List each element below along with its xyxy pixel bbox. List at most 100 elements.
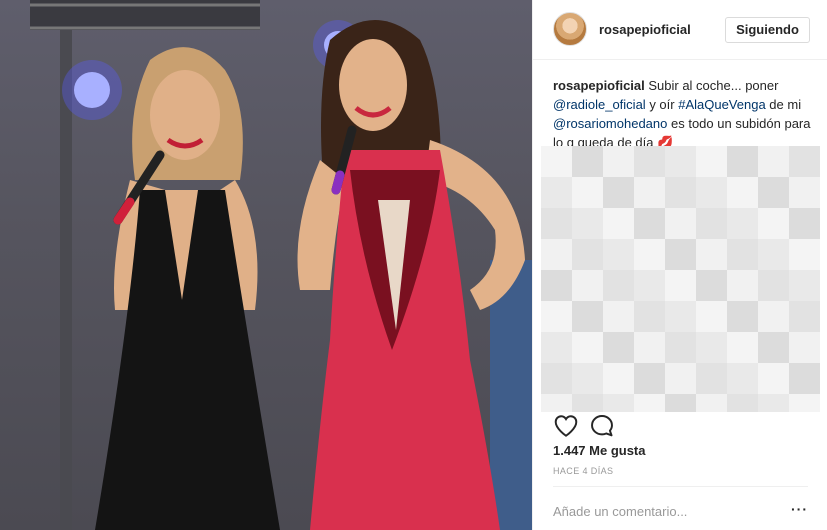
blur-cell xyxy=(634,208,665,239)
blur-cell xyxy=(665,332,696,363)
more-options-icon[interactable]: ··· xyxy=(791,501,808,517)
photo-illustration xyxy=(30,0,532,530)
caption-hashtag[interactable]: #AlaQueVenga xyxy=(678,97,765,112)
blur-cell xyxy=(727,146,758,177)
caption-text: de mi xyxy=(765,97,802,112)
blur-cell xyxy=(634,394,665,412)
blur-cell xyxy=(665,363,696,394)
post-actions xyxy=(553,413,808,439)
post-side-panel: rosapepioficial Siguiendo rosapepioficia… xyxy=(532,0,827,530)
blur-cell xyxy=(541,332,572,363)
blur-cell xyxy=(572,208,603,239)
blur-cell xyxy=(634,301,665,332)
blur-cell xyxy=(696,394,727,412)
blur-cell xyxy=(727,177,758,208)
blur-cell xyxy=(634,332,665,363)
following-button[interactable]: Siguiendo xyxy=(725,17,810,43)
blur-cell xyxy=(634,270,665,301)
blur-cell xyxy=(541,394,572,412)
blur-cell xyxy=(665,270,696,301)
blur-cell xyxy=(665,239,696,270)
blur-cell xyxy=(665,146,696,177)
blur-cell xyxy=(634,146,665,177)
blur-cell xyxy=(603,270,634,301)
author-avatar[interactable] xyxy=(553,12,587,46)
blur-cell xyxy=(665,301,696,332)
blur-cell xyxy=(665,394,696,412)
blur-cell xyxy=(758,394,789,412)
blur-cell xyxy=(572,363,603,394)
blur-cell xyxy=(541,146,572,177)
blur-cell xyxy=(572,332,603,363)
blur-cell xyxy=(603,177,634,208)
heart-icon[interactable] xyxy=(553,413,579,439)
comment-bubble-icon[interactable] xyxy=(589,413,615,439)
blur-cell xyxy=(727,270,758,301)
blur-cell xyxy=(727,208,758,239)
blur-cell xyxy=(572,177,603,208)
blur-cell xyxy=(696,239,727,270)
blur-cell xyxy=(758,177,789,208)
caption-text: y oír xyxy=(645,97,679,112)
blur-cell xyxy=(789,146,820,177)
blur-cell xyxy=(789,270,820,301)
caption-mention-rosario[interactable]: @rosariomohedano xyxy=(553,116,667,131)
blur-cell xyxy=(696,332,727,363)
blur-cell xyxy=(758,239,789,270)
blur-cell xyxy=(789,301,820,332)
blur-cell xyxy=(758,146,789,177)
blur-cell xyxy=(603,239,634,270)
post-photo[interactable] xyxy=(0,0,532,530)
instagram-post: rosapepioficial Siguiendo rosapepioficia… xyxy=(0,0,827,530)
blur-cell xyxy=(789,363,820,394)
blur-cell xyxy=(727,239,758,270)
blur-cell xyxy=(727,394,758,412)
blur-cell xyxy=(696,177,727,208)
blur-cell xyxy=(634,177,665,208)
comment-bar: ··· xyxy=(553,486,808,530)
post-timestamp: HACE 4 DÍAS xyxy=(553,466,614,476)
blur-cell xyxy=(758,208,789,239)
blur-cell xyxy=(696,363,727,394)
blur-cell xyxy=(603,363,634,394)
blur-cell xyxy=(789,239,820,270)
caption-mention-radiole[interactable]: @radiole_oficial xyxy=(553,97,646,112)
blur-cell xyxy=(541,270,572,301)
blur-cell xyxy=(541,208,572,239)
blur-cell xyxy=(696,270,727,301)
author-username[interactable]: rosapepioficial xyxy=(599,22,691,37)
blur-cell xyxy=(789,332,820,363)
caption-text: Subir al coche... poner xyxy=(644,78,779,93)
blur-cell xyxy=(634,239,665,270)
blur-cell xyxy=(541,301,572,332)
blur-cell xyxy=(789,208,820,239)
blur-cell xyxy=(789,177,820,208)
post-caption: rosapepioficial Subir al coche... poner … xyxy=(553,76,815,152)
blur-cell xyxy=(572,146,603,177)
blur-cell xyxy=(696,301,727,332)
blur-cell xyxy=(603,301,634,332)
blur-cell xyxy=(541,239,572,270)
blur-cell xyxy=(696,146,727,177)
blur-cell xyxy=(758,301,789,332)
blur-cell xyxy=(727,363,758,394)
blur-cell xyxy=(727,301,758,332)
caption-username[interactable]: rosapepioficial xyxy=(553,78,645,93)
likes-count[interactable]: 1.447 Me gusta xyxy=(553,443,646,458)
blur-cell xyxy=(758,363,789,394)
comment-input[interactable] xyxy=(553,501,773,521)
blur-cell xyxy=(572,239,603,270)
blur-cell xyxy=(541,363,572,394)
blur-cell xyxy=(572,270,603,301)
blur-cell xyxy=(727,332,758,363)
blur-cell xyxy=(603,146,634,177)
post-header: rosapepioficial Siguiendo xyxy=(533,0,827,60)
blur-cell xyxy=(634,363,665,394)
stage-light-left xyxy=(74,72,110,108)
blur-cell xyxy=(789,394,820,412)
blur-cell xyxy=(603,332,634,363)
blurred-comments-area xyxy=(541,146,820,412)
blur-cell xyxy=(572,394,603,412)
blur-cell xyxy=(665,208,696,239)
blur-cell xyxy=(541,177,572,208)
